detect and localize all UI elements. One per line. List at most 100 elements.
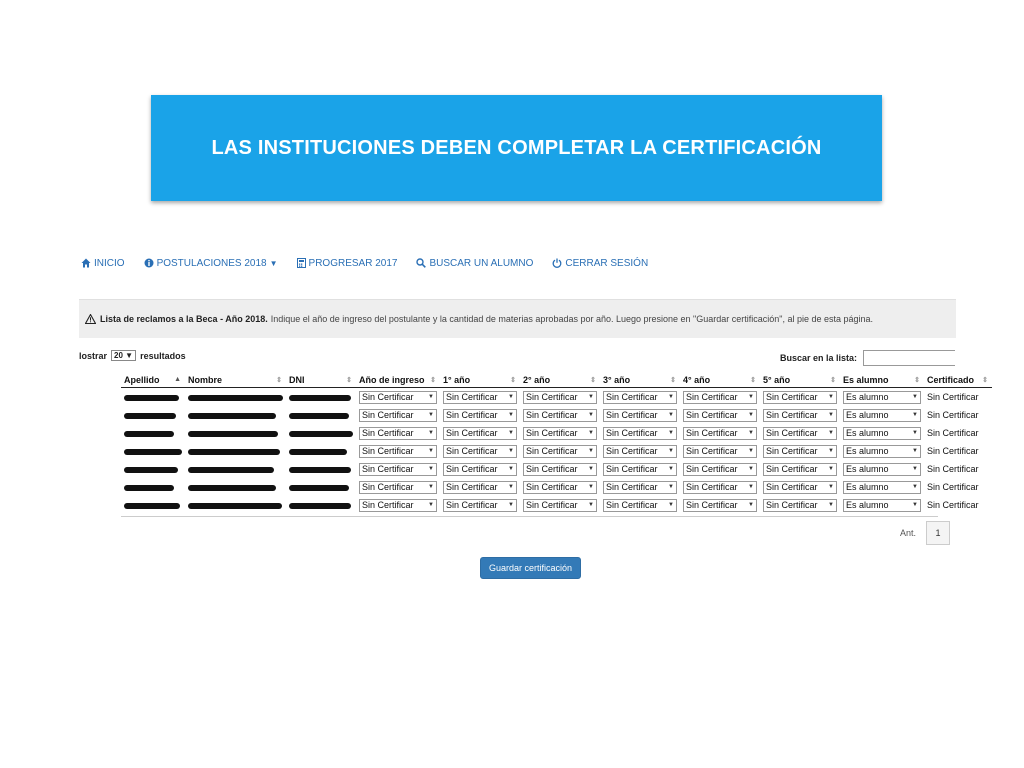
col-nombre[interactable]: Nombre ⇕ (185, 372, 286, 388)
select-value: Sin Certificar (766, 482, 818, 492)
claims-table: Apellido ▲ Nombre ⇕ DNI ⇕ Año de ingreso ⇕ 1… (121, 372, 992, 514)
anio-ingreso-select[interactable]: Sin Certificar ▼ (359, 498, 437, 512)
es-alumno-select[interactable]: Es alumno ▼ (843, 462, 921, 476)
select-arrow-icon: ▼ (508, 448, 514, 454)
anio-ingreso-select[interactable]: Sin Certificar ▼ (359, 408, 437, 422)
col-certificado[interactable]: Certificado ⇕ (924, 372, 992, 388)
materias-anio-2-select[interactable]: Sin Certificar ▼ (523, 498, 597, 512)
materias-anio-1-select[interactable]: Sin Certificar ▼ (443, 462, 517, 476)
es-alumno-select[interactable]: Es alumno ▼ (843, 498, 921, 512)
materias-anio-3-select[interactable]: Sin Certificar ▼ (603, 480, 677, 494)
select-value: Sin Certificar (766, 500, 818, 510)
pager-prev[interactable]: Ant. (900, 528, 916, 538)
nav-cerrar[interactable]: CERRAR SESIÓN (552, 258, 648, 269)
select-arrow-icon: ▼ (668, 394, 674, 400)
materias-anio-1-select[interactable]: Sin Certificar ▼ (443, 426, 517, 440)
materias-anio-3-select[interactable]: Sin Certificar ▼ (603, 390, 677, 404)
materias-anio-3-select[interactable]: Sin Certificar ▼ (603, 426, 677, 440)
col-apellido[interactable]: Apellido ▲ (121, 372, 185, 388)
redaction-bar (289, 448, 347, 455)
materias-anio-5-select[interactable]: Sin Certificar ▼ (763, 480, 837, 494)
materias-anio-2-select[interactable]: Sin Certificar ▼ (523, 480, 597, 494)
es-alumno-select[interactable]: Es alumno ▼ (843, 480, 921, 494)
anio-ingreso-select[interactable]: Sin Certificar ▼ (359, 390, 437, 404)
page-size-select[interactable]: 20 ▼ (111, 350, 137, 361)
col-anio-3[interactable]: 3° año ⇕ (600, 372, 680, 388)
materias-anio-4-select[interactable]: Sin Certificar ▼ (683, 390, 757, 404)
col-es-alumno[interactable]: Es alumno ⇕ (840, 372, 924, 388)
col-anio-ingreso[interactable]: Año de ingreso ⇕ (356, 372, 440, 388)
nav-inicio[interactable]: INICIO (81, 258, 125, 269)
anio-ingreso-select[interactable]: Sin Certificar ▼ (359, 480, 437, 494)
anio-4-cell: Sin Certificar ▼ (680, 406, 760, 424)
materias-anio-5-select[interactable]: Sin Certificar ▼ (763, 444, 837, 458)
materias-anio-4-select[interactable]: Sin Certificar ▼ (683, 408, 757, 422)
materias-anio-1-select[interactable]: Sin Certificar ▼ (443, 480, 517, 494)
materias-anio-1-select[interactable]: Sin Certificar ▼ (443, 390, 517, 404)
nav-postulaciones[interactable]: POSTULACIONES 2018 ▼ (144, 258, 278, 269)
search-input[interactable] (863, 350, 956, 366)
col-anio-4[interactable]: 4° año ⇕ (680, 372, 760, 388)
es-alumno-select[interactable]: Es alumno ▼ (843, 408, 921, 422)
materias-anio-1-select[interactable]: Sin Certificar ▼ (443, 408, 517, 422)
select-arrow-icon: ▼ (508, 430, 514, 436)
nav-buscar[interactable]: BUSCAR UN ALUMNO (416, 258, 533, 269)
page-size-value: 20 (114, 351, 123, 360)
select-value: Sin Certificar (362, 428, 414, 438)
select-arrow-icon: ▼ (828, 430, 834, 436)
materias-anio-4-select[interactable]: Sin Certificar ▼ (683, 480, 757, 494)
anio-4-cell: Sin Certificar ▼ (680, 460, 760, 478)
col-anio-1[interactable]: 1° año ⇕ (440, 372, 520, 388)
materias-anio-5-select[interactable]: Sin Certificar ▼ (763, 498, 837, 512)
materias-anio-5-select[interactable]: Sin Certificar ▼ (763, 426, 837, 440)
pager-page-1[interactable]: 1 (926, 521, 951, 545)
select-arrow-icon: ▼ (508, 502, 514, 508)
col-dni[interactable]: DNI ⇕ (286, 372, 356, 388)
materias-anio-5-select[interactable]: Sin Certificar ▼ (763, 408, 837, 422)
anio-5-cell: Sin Certificar ▼ (760, 442, 840, 460)
materias-anio-3-select[interactable]: Sin Certificar ▼ (603, 462, 677, 476)
materias-anio-2-select[interactable]: Sin Certificar ▼ (523, 408, 597, 422)
materias-anio-2-select[interactable]: Sin Certificar ▼ (523, 444, 597, 458)
select-value: Sin Certificar (446, 500, 498, 510)
nombre-cell (185, 442, 286, 460)
sort-icon: ⇕ (510, 377, 516, 384)
select-value: Sin Certificar (526, 500, 578, 510)
col-anio-5[interactable]: 5° año ⇕ (760, 372, 840, 388)
nombre-cell (185, 406, 286, 424)
apellido-cell (121, 496, 185, 514)
anio-ingreso-select[interactable]: Sin Certificar ▼ (359, 462, 437, 476)
materias-anio-2-select[interactable]: Sin Certificar ▼ (523, 462, 597, 476)
materias-anio-4-select[interactable]: Sin Certificar ▼ (683, 498, 757, 512)
sort-icon: ⇕ (830, 377, 836, 384)
materias-anio-3-select[interactable]: Sin Certificar ▼ (603, 444, 677, 458)
materias-anio-2-select[interactable]: Sin Certificar ▼ (523, 426, 597, 440)
certificado-cell: Sin Certificar (927, 464, 979, 474)
select-value: Sin Certificar (766, 464, 818, 474)
anio-ingreso-select[interactable]: Sin Certificar ▼ (359, 426, 437, 440)
es-alumno-select[interactable]: Es alumno ▼ (843, 426, 921, 440)
top-navbar: INICIO POSTULACIONES 2018 ▼ PROGRESAR 20… (81, 255, 667, 271)
nav-progresar[interactable]: PROGRESAR 2017 (296, 258, 397, 269)
materias-anio-2-select[interactable]: Sin Certificar ▼ (523, 390, 597, 404)
show-prefix: lostrar (79, 350, 108, 361)
es-alumno-select[interactable]: Es alumno ▼ (843, 390, 921, 404)
materias-anio-4-select[interactable]: Sin Certificar ▼ (683, 444, 757, 458)
materias-anio-3-select[interactable]: Sin Certificar ▼ (603, 498, 677, 512)
materias-anio-1-select[interactable]: Sin Certificar ▼ (443, 498, 517, 512)
select-arrow-icon: ▼ (588, 394, 594, 400)
anio-ingreso-select[interactable]: Sin Certificar ▼ (359, 444, 437, 458)
materias-anio-4-select[interactable]: Sin Certificar ▼ (683, 462, 757, 476)
materias-anio-4-select[interactable]: Sin Certificar ▼ (683, 426, 757, 440)
save-certification-button[interactable]: Guardar certificación (480, 557, 581, 579)
materias-anio-3-select[interactable]: Sin Certificar ▼ (603, 408, 677, 422)
materias-anio-5-select[interactable]: Sin Certificar ▼ (763, 390, 837, 404)
warning-icon (85, 314, 96, 324)
materias-anio-5-select[interactable]: Sin Certificar ▼ (763, 462, 837, 476)
select-arrow-icon: ▼ (588, 466, 594, 472)
es-alumno-select[interactable]: Es alumno ▼ (843, 444, 921, 458)
anio-5-cell: Sin Certificar ▼ (760, 496, 840, 514)
col-anio-2[interactable]: 2° año ⇕ (520, 372, 600, 388)
materias-anio-1-select[interactable]: Sin Certificar ▼ (443, 444, 517, 458)
anio-ingreso-cell: Sin Certificar ▼ (356, 496, 440, 514)
